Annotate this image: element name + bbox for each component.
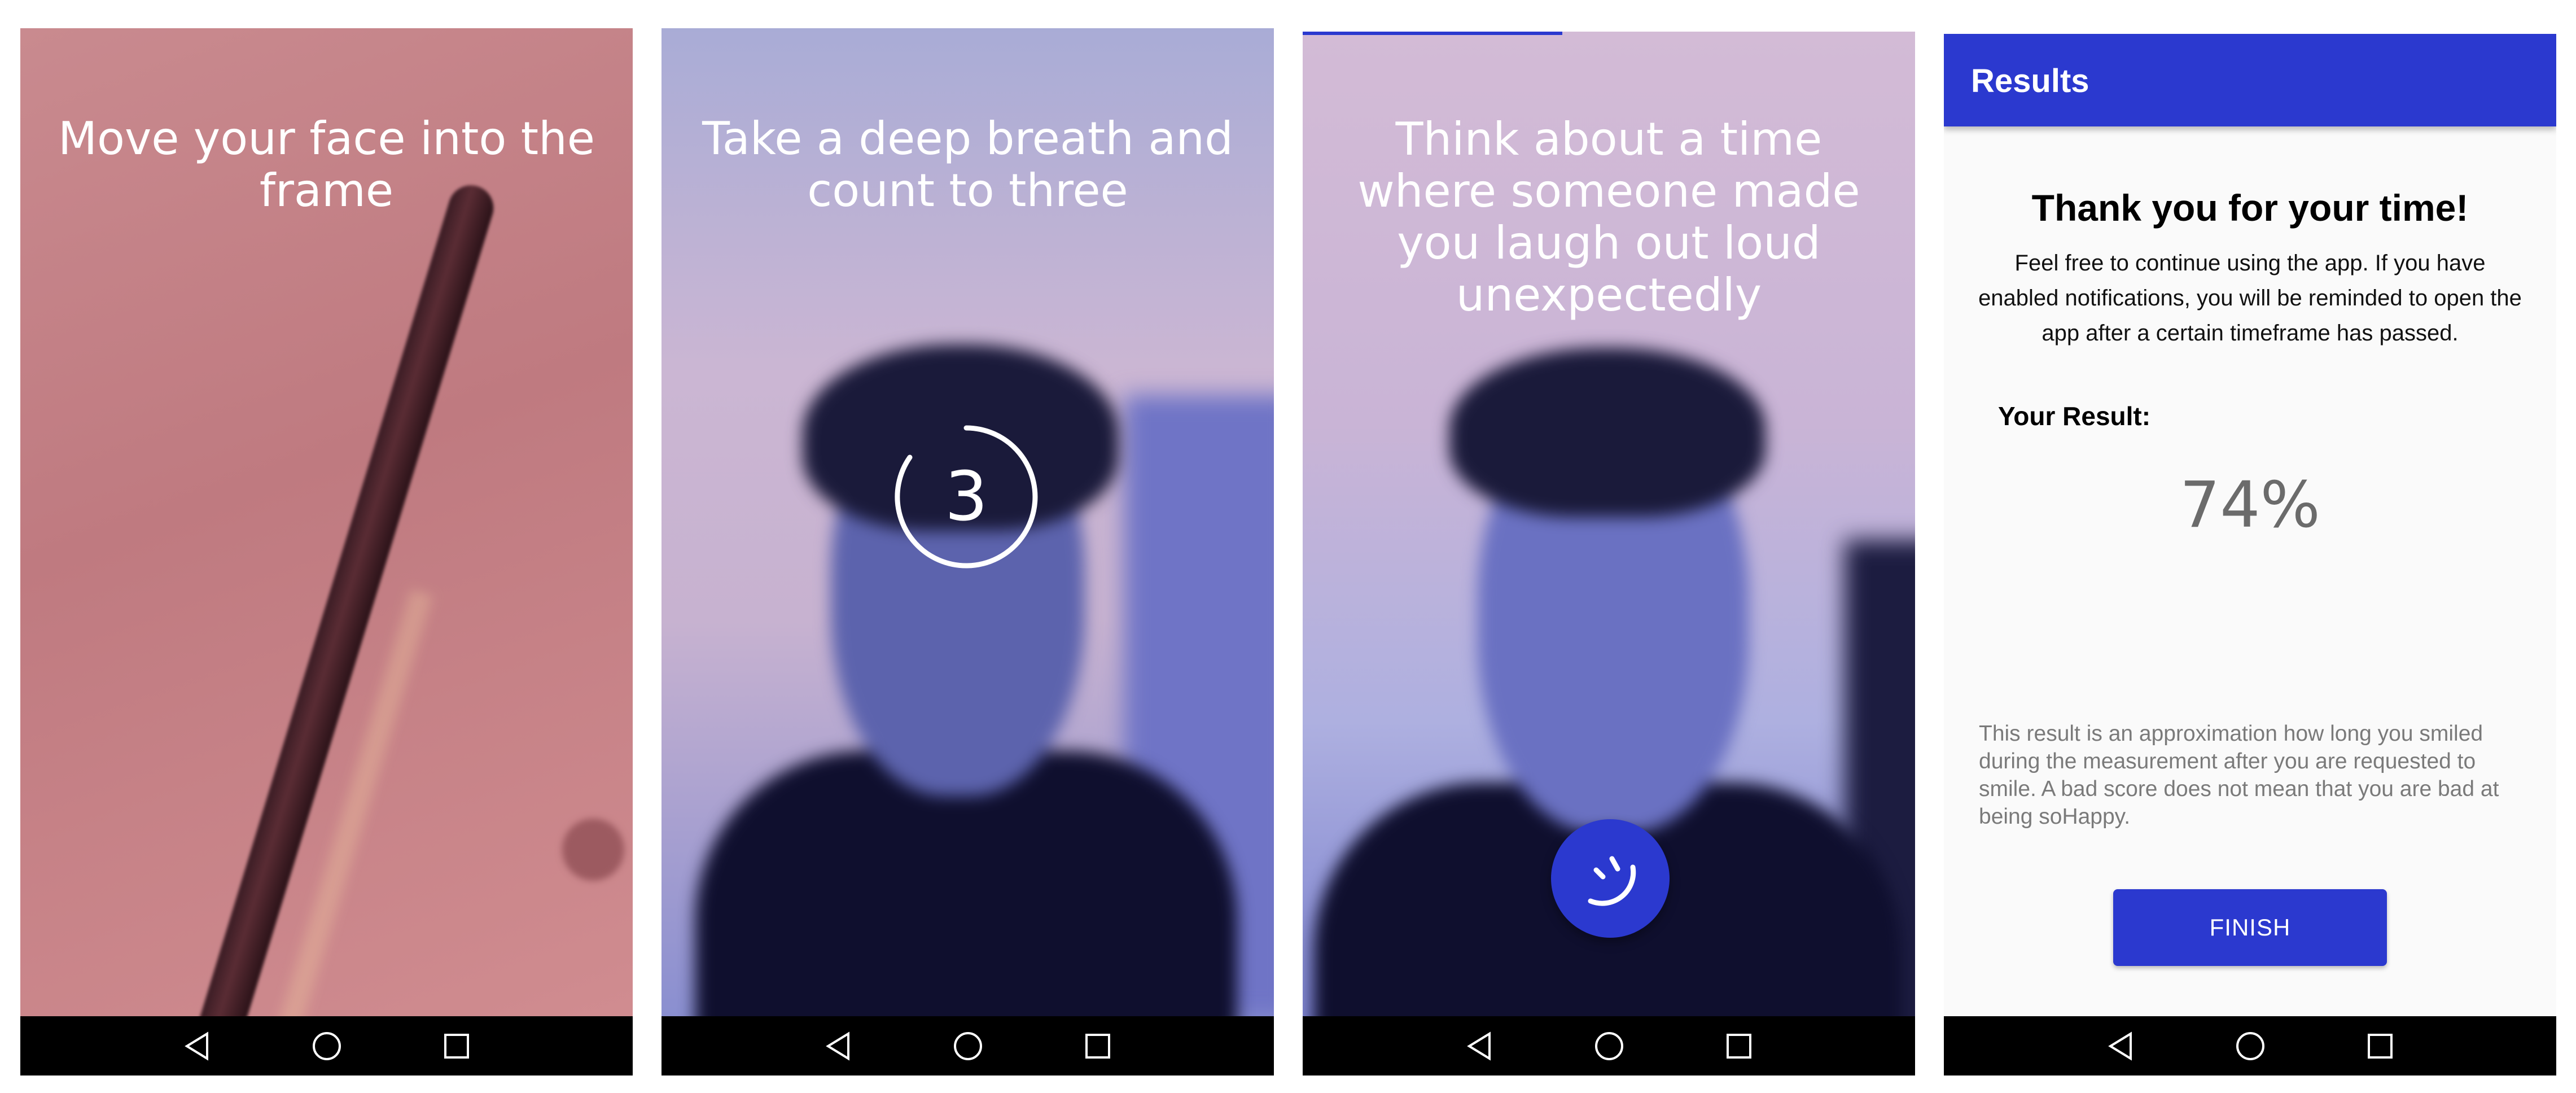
back-icon[interactable]	[2104, 1029, 2137, 1063]
thanks-heading: Thank you for your time!	[2031, 187, 2469, 229]
result-value: 74%	[2180, 469, 2320, 542]
smile-icon	[1588, 856, 1636, 906]
recents-icon[interactable]	[1722, 1029, 1756, 1063]
instruction-text: Take a deep breath and count to three	[702, 112, 1233, 217]
page-title: Results	[1971, 63, 2089, 99]
camera-preview: Take a deep breath and count to three 3	[661, 28, 1274, 1016]
screen-countdown: Take a deep breath and count to three 3	[661, 28, 1274, 1075]
back-icon[interactable]	[1462, 1029, 1496, 1063]
navigation-bar	[20, 1016, 633, 1075]
result-label: Your Result:	[1998, 401, 2151, 431]
progress-indicator	[1303, 32, 1562, 35]
recents-icon[interactable]	[1081, 1029, 1115, 1063]
results-description: Feel free to continue using the app. If …	[1978, 251, 2522, 346]
smile-detector-button[interactable]	[1551, 819, 1670, 938]
camera-preview: Think about a time where someone made yo…	[1303, 32, 1915, 1016]
app-bar: Results	[1944, 34, 2556, 126]
instruction-text: Think about a time where someone made yo…	[1357, 113, 1860, 321]
camera-spot	[562, 819, 624, 881]
home-icon[interactable]	[2233, 1029, 2267, 1063]
back-icon[interactable]	[821, 1029, 855, 1063]
home-icon[interactable]	[1592, 1029, 1626, 1063]
navigation-bar	[1303, 1016, 1915, 1075]
home-icon[interactable]	[951, 1029, 985, 1063]
instruction-text: Move your face into the frame	[58, 112, 595, 217]
navigation-bar	[661, 1016, 1274, 1075]
result-disclaimer: This result is an approximation how long…	[1979, 722, 2499, 829]
home-icon[interactable]	[310, 1029, 344, 1063]
countdown-number: 3	[944, 457, 988, 536]
screen-smile-prompt: Think about a time where someone made yo…	[1303, 32, 1915, 1075]
recents-icon[interactable]	[440, 1029, 474, 1063]
screen-results: Results Thank you for your time! Feel fr…	[1944, 34, 2556, 1075]
finish-button[interactable]: FINISH	[2113, 889, 2387, 966]
recents-icon[interactable]	[2363, 1029, 2397, 1063]
navigation-bar	[1944, 1016, 2556, 1075]
screen-face-frame: Move your face into the frame	[20, 28, 633, 1075]
camera-preview: Move your face into the frame	[20, 28, 633, 1016]
back-icon[interactable]	[180, 1029, 214, 1063]
